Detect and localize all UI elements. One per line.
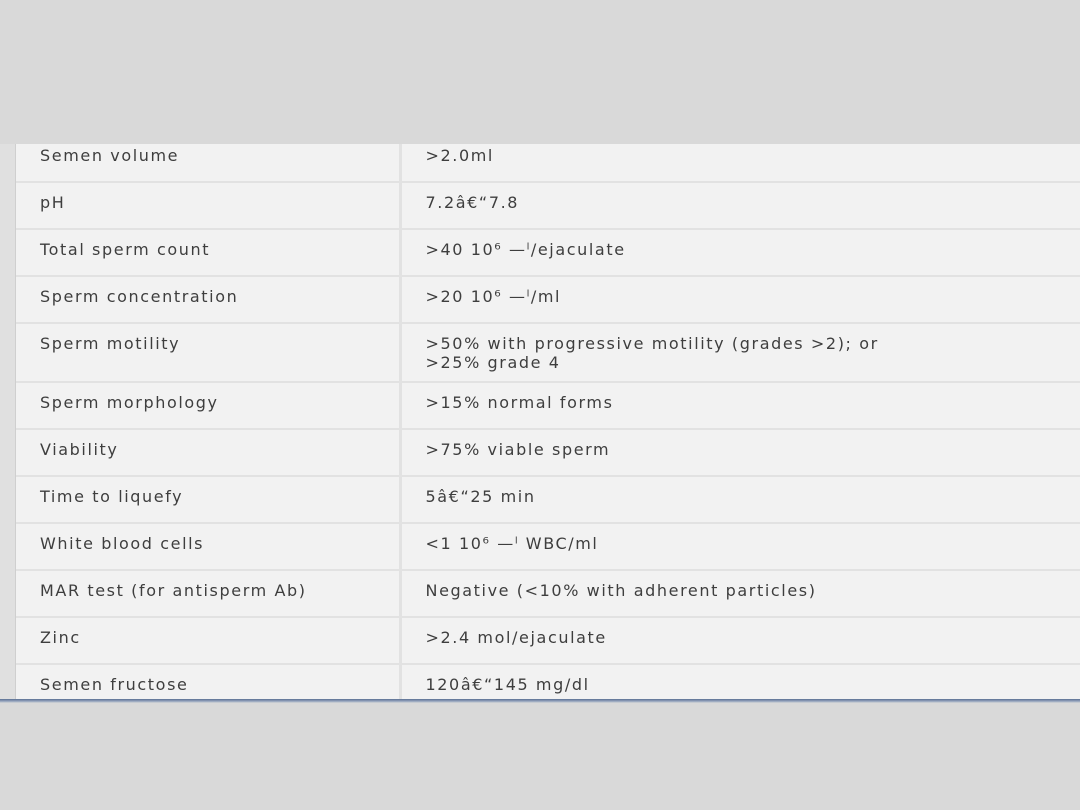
parameter-cell: Sperm morphology	[16, 381, 402, 430]
table-row: pH 7.2â€“7.8	[16, 181, 1080, 230]
table-row: White blood cells <1 10⁶ —ˡ WBC/ml	[16, 522, 1080, 571]
semen-analysis-table-viewport: Semen volume >2.0ml pH 7.2â€“7.8 Total s…	[0, 144, 1080, 699]
parameter-cell: White blood cells	[16, 522, 402, 571]
value-cell: >2.4 mol/ejaculate	[400, 616, 1080, 665]
parameter-cell: Total sperm count	[16, 228, 402, 277]
parameter-cell: pH	[16, 181, 402, 230]
table-row: Semen volume >2.0ml	[16, 144, 1080, 183]
value-cell: 7.2â€“7.8	[400, 181, 1080, 230]
value-cell: >50% with progressive motility (grades >…	[400, 322, 1080, 383]
parameter-cell: MAR test (for antisperm Ab)	[16, 569, 402, 618]
slide: Semen volume >2.0ml pH 7.2â€“7.8 Total s…	[0, 0, 1080, 810]
table-row: Viability >75% viable sperm	[16, 428, 1080, 477]
table-row: Sperm concentration >20 10⁶ —ˡ/ml	[16, 275, 1080, 324]
parameter-cell: Time to liquefy	[16, 475, 402, 524]
semen-analysis-reference-table: Semen volume >2.0ml pH 7.2â€“7.8 Total s…	[16, 144, 1080, 699]
value-cell: >75% viable sperm	[400, 428, 1080, 477]
value-cell: Negative (<10% with adherent particles)	[400, 569, 1080, 618]
table-row: Total sperm count >40 10⁶ —ˡ/ejaculate	[16, 228, 1080, 277]
table-row: Sperm morphology >15% normal forms	[16, 381, 1080, 430]
value-cell: 120â€“145 mg/dl	[400, 663, 1080, 699]
value-cell: >15% normal forms	[400, 381, 1080, 430]
parameter-cell: Sperm motility	[16, 322, 402, 383]
table-left-edge	[0, 144, 16, 699]
value-line: >25% grade 4	[425, 353, 561, 372]
value-line: >50% with progressive motility (grades >…	[425, 334, 879, 353]
table-row: MAR test (for antisperm Ab) Negative (<1…	[16, 569, 1080, 618]
value-cell: <1 10⁶ —ˡ WBC/ml	[400, 522, 1080, 571]
table-row: Semen fructose 120â€“145 mg/dl	[16, 663, 1080, 699]
parameter-cell: Viability	[16, 428, 402, 477]
table-row: Zinc >2.4 mol/ejaculate	[16, 616, 1080, 665]
value-cell: >2.0ml	[400, 144, 1080, 183]
table-row: Time to liquefy 5â€“25 min	[16, 475, 1080, 524]
table-row: Sperm motility >50% with progressive mot…	[16, 322, 1080, 383]
parameter-cell: Sperm concentration	[16, 275, 402, 324]
value-cell: >40 10⁶ —ˡ/ejaculate	[400, 228, 1080, 277]
value-cell: 5â€“25 min	[400, 475, 1080, 524]
value-cell: >20 10⁶ —ˡ/ml	[400, 275, 1080, 324]
slide-bottom-rule	[0, 699, 1080, 703]
parameter-cell: Semen volume	[16, 144, 402, 183]
parameter-cell: Zinc	[16, 616, 402, 665]
parameter-cell: Semen fructose	[16, 663, 402, 699]
